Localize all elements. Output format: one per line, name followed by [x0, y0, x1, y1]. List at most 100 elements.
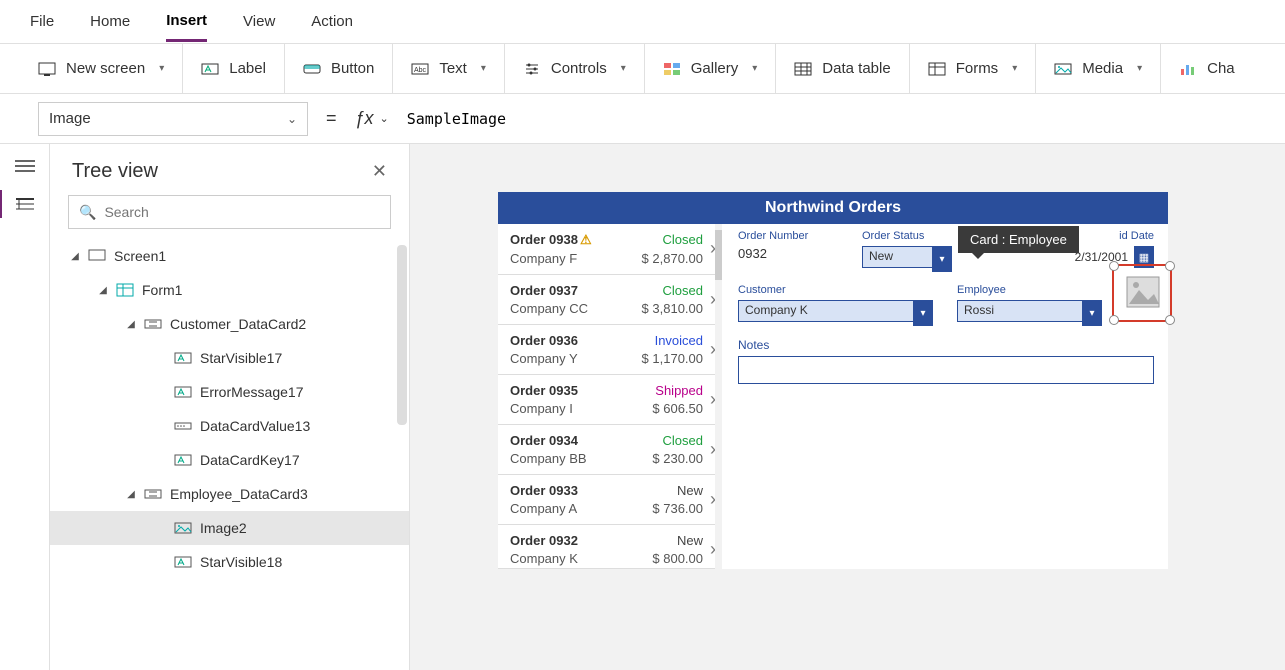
employee-value: Rossi: [957, 300, 1082, 322]
expander-icon[interactable]: ◢: [126, 489, 136, 500]
image-placeholder-icon: [1126, 276, 1160, 308]
tree-node-label: Image2: [200, 520, 247, 536]
ribbon-newscreen[interactable]: New screen ▾: [26, 44, 183, 93]
menu-action[interactable]: Action: [311, 3, 353, 40]
order-row[interactable]: Order 0933NewCompany A$ 736.00›: [498, 475, 715, 525]
chart-icon: [1179, 61, 1197, 77]
tree-node-form1[interactable]: ◢ Form1: [50, 273, 409, 307]
chevron-down-icon[interactable]: ▾: [1082, 300, 1102, 326]
order-row[interactable]: Order 0934ClosedCompany BB$ 230.00›: [498, 425, 715, 475]
ribbon-label-label: Label: [229, 60, 266, 77]
chevron-down-icon: ▾: [1137, 63, 1142, 74]
tree-scrollbar[interactable]: [397, 245, 407, 425]
customer-dropdown[interactable]: Company K ▾: [738, 300, 933, 326]
resize-handle[interactable]: [1109, 315, 1119, 325]
chevron-down-icon: ⌄: [287, 112, 297, 126]
screen-icon: [88, 249, 106, 263]
customer-label: Customer: [738, 284, 933, 296]
left-icon-strip: [0, 144, 50, 670]
chevron-down-icon[interactable]: ▾: [913, 300, 933, 326]
ribbon-datatable-label: Data table: [822, 60, 890, 77]
resize-handle[interactable]: [1109, 261, 1119, 271]
canvas[interactable]: Northwind Orders Order 0938⚠ClosedCompan…: [410, 144, 1285, 670]
order-row[interactable]: Order 0935ShippedCompany I$ 606.50›: [498, 375, 715, 425]
notes-input[interactable]: [738, 356, 1154, 384]
forms-icon: [928, 61, 946, 77]
datatable-icon: [794, 61, 812, 77]
main-area: Tree view ✕ 🔍 ◢ Screen1 ◢ Form1: [0, 144, 1285, 670]
tree-node-starvisible17[interactable]: StarVisible17: [50, 341, 409, 375]
order-row[interactable]: Order 0932NewCompany K$ 800.00›: [498, 525, 715, 569]
ribbon-button[interactable]: Button: [285, 44, 393, 93]
tree: ◢ Screen1 ◢ Form1 ◢ Customer_DataCard2: [50, 239, 409, 670]
ribbon-datatable[interactable]: Data table: [776, 44, 909, 93]
chevron-down-icon: ▾: [752, 63, 757, 74]
card-tooltip: Card : Employee: [958, 226, 1079, 253]
tree-node-label: Customer_DataCard2: [170, 316, 306, 332]
property-selector[interactable]: Image ⌄: [38, 102, 308, 136]
tree-node-starvisible18[interactable]: StarVisible18: [50, 545, 409, 579]
screen-icon: [38, 61, 56, 77]
employee-dropdown[interactable]: Rossi ▾: [957, 300, 1102, 326]
chevron-down-icon: ▾: [481, 63, 486, 74]
orderstatus-label: Order Status: [862, 230, 952, 242]
property-selector-value: Image: [49, 110, 91, 127]
tree-node-employee-datacard[interactable]: ◢ Employee_DataCard3: [50, 477, 409, 511]
tree-node-customer-datacard[interactable]: ◢ Customer_DataCard2: [50, 307, 409, 341]
tree-node-label: Employee_DataCard3: [170, 486, 308, 502]
hamburger-icon[interactable]: [14, 158, 36, 174]
tree-node-datacardkey17[interactable]: DataCardKey17: [50, 443, 409, 477]
tree-node-label: Screen1: [114, 248, 166, 264]
fx-button[interactable]: ƒx ⌄: [355, 108, 389, 129]
tree-node-errormessage17[interactable]: ErrorMessage17: [50, 375, 409, 409]
order-row[interactable]: Order 0938⚠ClosedCompany F$ 2,870.00›: [498, 224, 715, 275]
formula-bar: Image ⌄ = ƒx ⌄: [0, 94, 1285, 144]
controls-icon: [523, 61, 541, 77]
ordernumber-value: 0932: [738, 246, 838, 261]
menu-view[interactable]: View: [243, 3, 275, 40]
input-icon: [174, 419, 192, 433]
ribbon-controls[interactable]: Controls ▾: [505, 44, 645, 93]
ribbon-charts[interactable]: Cha: [1161, 44, 1253, 93]
resize-handle[interactable]: [1165, 315, 1175, 325]
chevron-down-icon: ▾: [621, 63, 626, 74]
tree-node-screen1[interactable]: ◢ Screen1: [50, 239, 409, 273]
tree-node-label: StarVisible18: [200, 554, 282, 570]
menu-home[interactable]: Home: [90, 3, 130, 40]
order-row[interactable]: Order 0937ClosedCompany CC$ 3,810.00›: [498, 275, 715, 325]
ribbon-newscreen-label: New screen: [66, 60, 145, 77]
close-icon[interactable]: ✕: [372, 161, 387, 182]
list-scrollbar[interactable]: [715, 224, 722, 569]
ribbon-label[interactable]: Label: [183, 44, 285, 93]
image-control-selection[interactable]: [1112, 264, 1172, 322]
menu-insert[interactable]: Insert: [166, 2, 207, 42]
ribbon-media[interactable]: Media ▾: [1036, 44, 1161, 93]
expander-icon[interactable]: ◢: [70, 251, 80, 262]
chevron-down-icon[interactable]: ▾: [932, 246, 952, 272]
ribbon-forms[interactable]: Forms ▾: [910, 44, 1037, 93]
tree-node-label: DataCardKey17: [200, 452, 300, 468]
ribbon-gallery[interactable]: Gallery ▾: [645, 44, 777, 93]
expander-icon[interactable]: ◢: [126, 319, 136, 330]
search-icon: 🔍: [79, 204, 96, 221]
tree-panel: Tree view ✕ 🔍 ◢ Screen1 ◢ Form1: [50, 144, 410, 670]
search-input[interactable]: [104, 204, 380, 220]
expander-icon[interactable]: ◢: [98, 285, 108, 296]
media-icon: [1054, 61, 1072, 77]
resize-handle[interactable]: [1165, 261, 1175, 271]
label-icon: [201, 61, 219, 77]
tree-view-icon[interactable]: [14, 196, 36, 212]
orderstatus-dropdown[interactable]: New ▾: [862, 246, 952, 272]
app-preview: Northwind Orders Order 0938⚠ClosedCompan…: [498, 192, 1168, 569]
gallery-icon: [663, 61, 681, 77]
chevron-down-icon: ▾: [1012, 63, 1017, 74]
ribbon-text[interactable]: Abc Text ▾: [393, 44, 505, 93]
tree-node-image2[interactable]: Image2: [50, 511, 409, 545]
search-box[interactable]: 🔍: [68, 195, 391, 229]
ribbon-media-label: Media: [1082, 60, 1123, 77]
menu-file[interactable]: File: [30, 3, 54, 40]
label-icon: [174, 555, 192, 569]
formula-input[interactable]: [407, 110, 1263, 128]
tree-node-datacardvalue13[interactable]: DataCardValue13: [50, 409, 409, 443]
order-row[interactable]: Order 0936InvoicedCompany Y$ 1,170.00›: [498, 325, 715, 375]
